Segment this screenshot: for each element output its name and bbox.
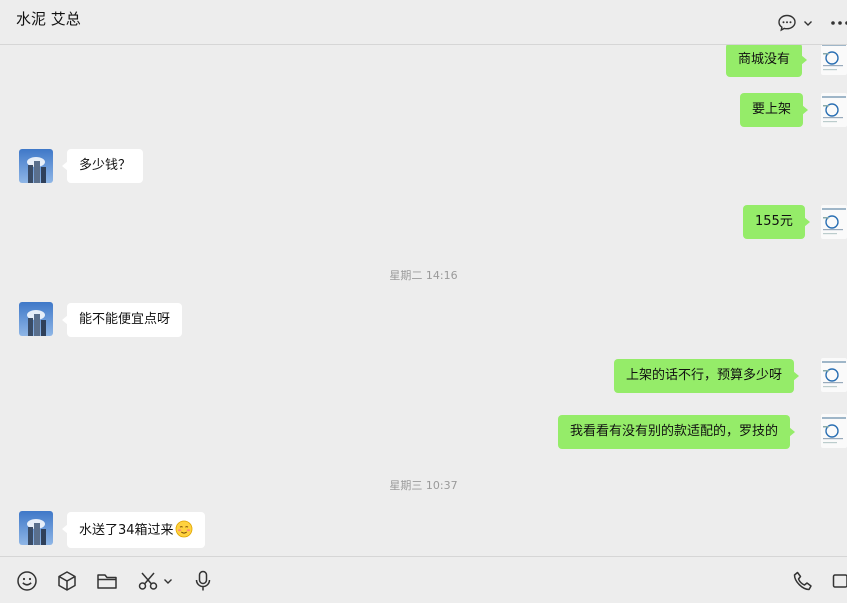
avatar-image (821, 414, 847, 448)
message-bubble-outgoing[interactable]: 要上架 (740, 93, 809, 127)
my-avatar[interactable] (821, 205, 847, 239)
contact-avatar[interactable] (19, 302, 53, 336)
my-avatar[interactable] (821, 358, 847, 392)
favorites-button[interactable] (56, 569, 78, 593)
scissors-icon (138, 572, 158, 590)
microphone-icon (195, 570, 211, 591)
my-avatar[interactable] (821, 45, 847, 75)
contact-avatar[interactable] (19, 149, 53, 183)
message-text: 水送了34箱过来 (79, 523, 174, 538)
chevron-down-icon (804, 21, 812, 26)
folder-icon (97, 574, 117, 589)
more-button[interactable] (830, 12, 847, 34)
input-toolbar (0, 556, 847, 603)
send-file-button[interactable] (96, 569, 118, 593)
message-bubble-incoming[interactable]: 水送了34箱过来 (62, 512, 205, 548)
video-call-button[interactable] (832, 569, 847, 593)
video-call-icon (832, 574, 847, 588)
avatar-image (19, 302, 53, 336)
timestamp: 星期三 10:37 (389, 479, 458, 492)
chat-info-icon (778, 14, 796, 32)
avatar-image (821, 358, 847, 392)
message-bubble-incoming[interactable]: 多少钱？ (61, 149, 144, 183)
message-bubble-outgoing[interactable]: 155元 (743, 205, 810, 239)
message-bubble-incoming[interactable]: 能不能便宜点呀 (61, 303, 183, 337)
message-bubble-outgoing[interactable]: 上架的话不行，预算多少呀 (614, 359, 800, 393)
more-icon (831, 21, 847, 25)
avatar-image (821, 45, 847, 75)
voice-call-button[interactable] (792, 569, 814, 593)
screenshot-button[interactable] (137, 569, 173, 593)
chat-title: 水泥 艾总 (16, 10, 81, 28)
message-bubble-outgoing[interactable]: 我看看有没有别的款适配的，罗技的 (558, 415, 796, 449)
my-avatar[interactable] (821, 93, 847, 127)
my-avatar[interactable] (821, 414, 847, 448)
chat-header: 水泥 艾总 (0, 0, 847, 45)
avatar-image (19, 511, 53, 545)
contact-avatar[interactable] (19, 511, 53, 545)
avatar-image (821, 93, 847, 127)
phone-icon (793, 571, 812, 591)
chat-info-button[interactable] (777, 12, 821, 34)
avatar-image (821, 205, 847, 239)
blush-emoji-icon (175, 520, 192, 538)
voice-input-button[interactable] (194, 569, 212, 593)
chevron-down-icon (164, 579, 172, 584)
emoji-button[interactable] (16, 569, 38, 593)
message-bubble-outgoing[interactable]: 商城没有 (726, 45, 808, 77)
timestamp: 星期二 14:16 (389, 269, 458, 282)
message-list[interactable]: 商城没有 要上架 多少钱？ 155元 星期二 14:16 能不能便宜点呀 上架的… (0, 45, 847, 556)
emoji-icon (17, 571, 37, 591)
avatar-image (19, 149, 53, 183)
cube-icon (58, 571, 76, 591)
